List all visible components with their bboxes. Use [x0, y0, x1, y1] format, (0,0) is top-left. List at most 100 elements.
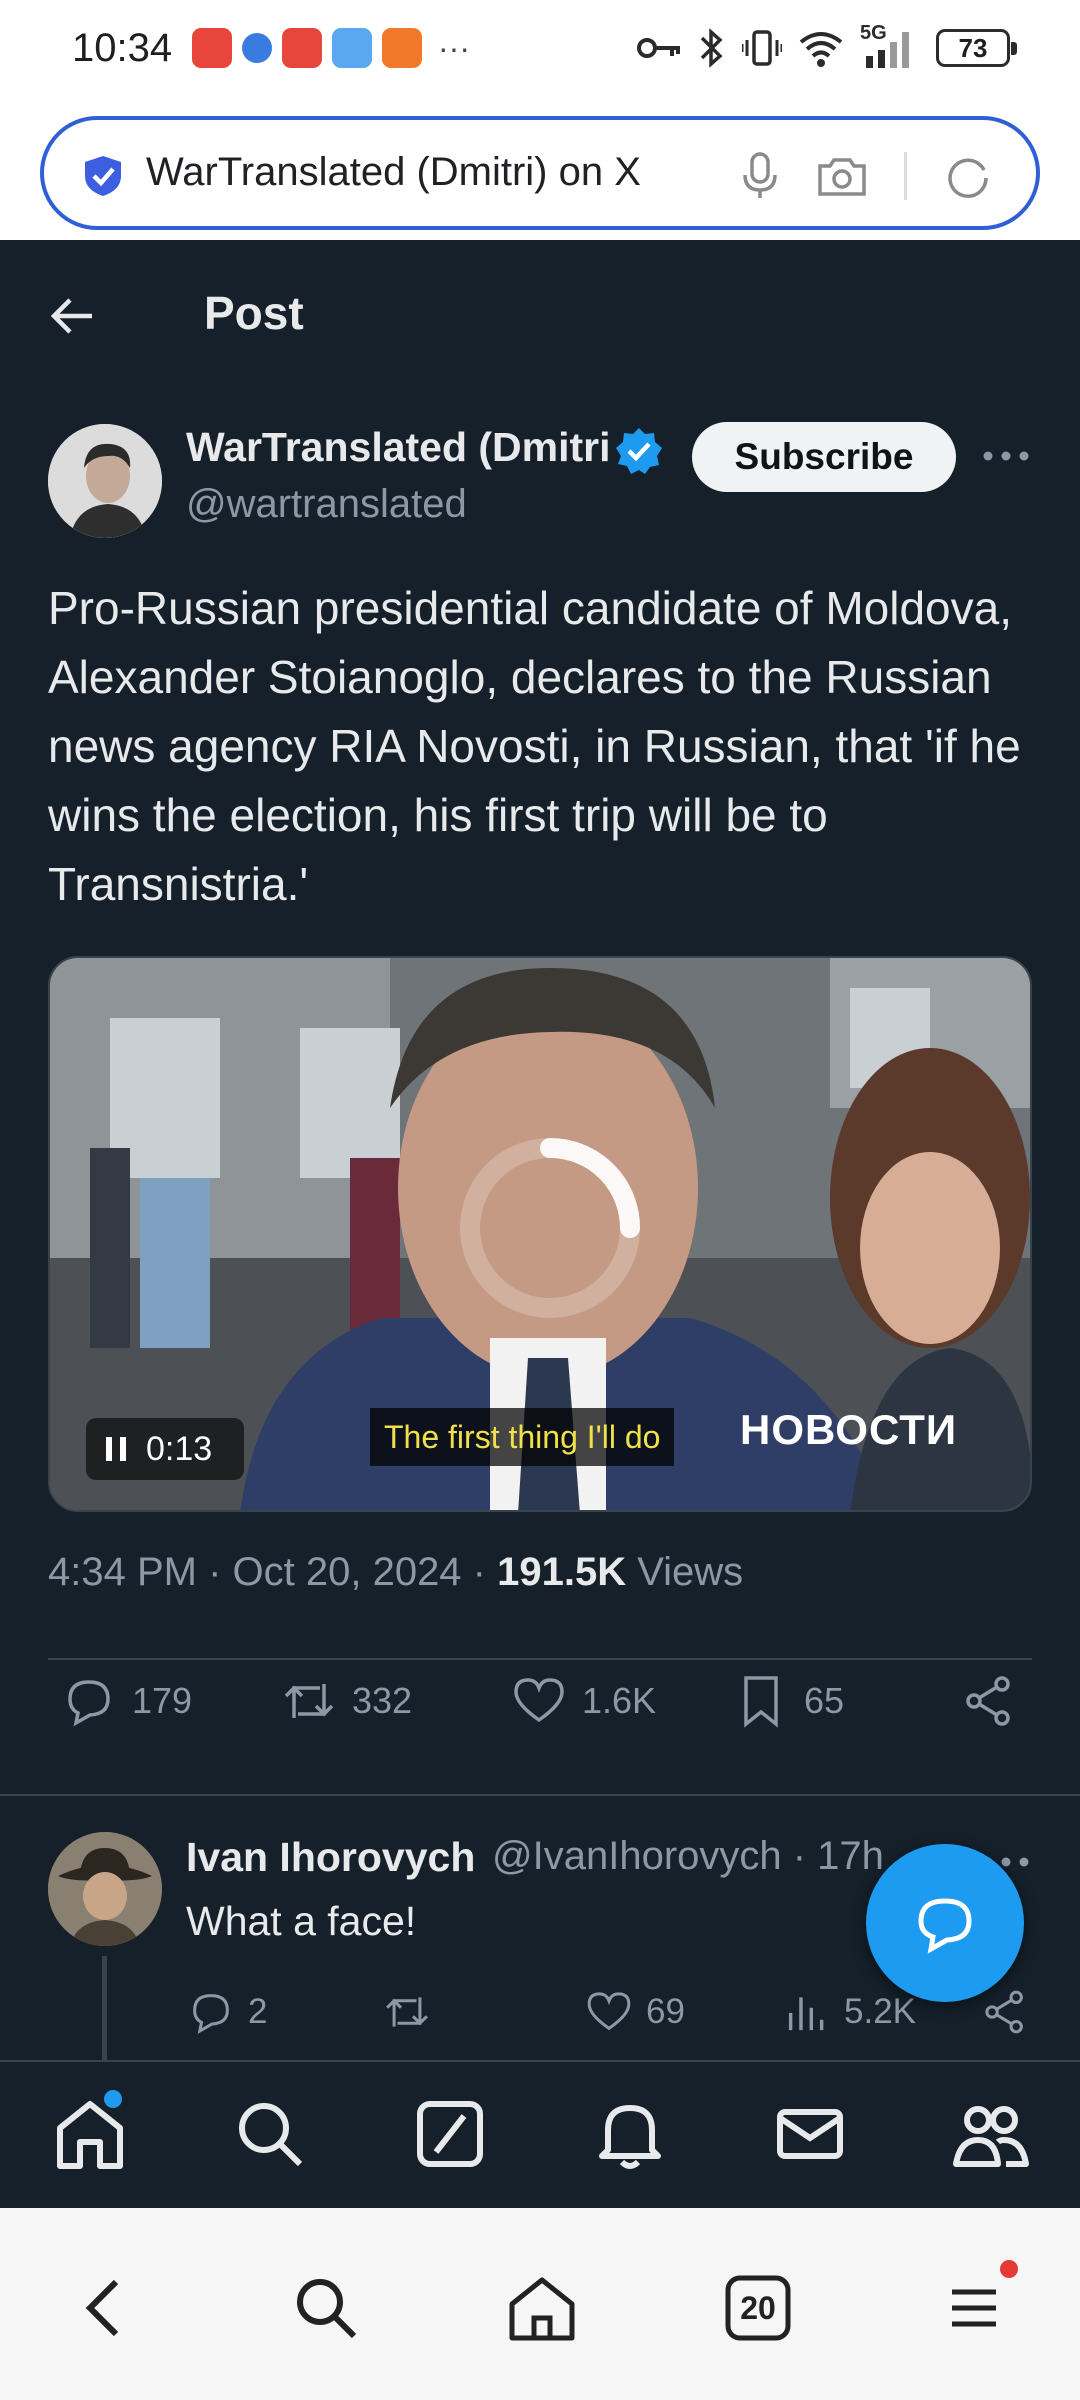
views-count: 191.5K: [497, 1550, 627, 1594]
app-notification-icon: [242, 33, 272, 63]
shield-check-icon: [85, 156, 121, 196]
repost-icon: [284, 1684, 334, 1718]
share-icon: [985, 1990, 1023, 2034]
vibrate-icon: [742, 30, 782, 66]
share-button[interactable]: [960, 1664, 1018, 1738]
browser-search-button[interactable]: [286, 2268, 366, 2348]
share-icon: [966, 1676, 1010, 1726]
browser-menu-button[interactable]: [934, 2268, 1014, 2348]
grok-icon: [417, 2101, 483, 2167]
app-notification-icon: [332, 28, 372, 68]
reply-reply-count: 2: [248, 1992, 268, 2031]
author-handle[interactable]: @wartranslated: [186, 482, 467, 527]
reply-views-count: 5.2K: [844, 1992, 916, 2031]
video-time: 0:13: [146, 1429, 213, 1468]
repost-button[interactable]: 332: [280, 1664, 412, 1738]
reply-like-count: 69: [646, 1992, 685, 2031]
address-text[interactable]: WarTranslated (Dmitri) on X: [146, 150, 722, 195]
battery-indicator: 73: [936, 29, 1017, 67]
status-bar: 10:34 ··· 5G 73: [0, 0, 1080, 104]
views-label: Views: [626, 1550, 744, 1594]
messages-icon: [777, 2109, 843, 2159]
app-notification-icon: [192, 28, 232, 68]
tab-grok[interactable]: [408, 2092, 492, 2176]
menu-badge: [1000, 2260, 1018, 2278]
video-watermark: НОВОСТИ: [740, 1406, 958, 1453]
reply-repost-button[interactable]: [382, 1980, 432, 2044]
app-notification-icon: [282, 28, 322, 68]
reload-icon[interactable]: [940, 148, 996, 204]
bookmark-icon: [744, 1676, 778, 1728]
chat-bubble-icon: [918, 1898, 972, 1954]
page-title: Post: [204, 287, 304, 339]
address-separator: [904, 152, 907, 200]
pause-icon[interactable]: [104, 1435, 128, 1463]
reply-views-button[interactable]: 5.2K: [782, 1980, 916, 2044]
camera-icon[interactable]: [814, 148, 870, 204]
tab-count: 20: [740, 2290, 776, 2326]
reply-button[interactable]: 179: [60, 1664, 192, 1738]
more-options-icon[interactable]: [980, 436, 1032, 476]
back-icon: [85, 2279, 119, 2337]
bookmark-count: 65: [804, 1680, 845, 1721]
video-player[interactable]: 0:13 The first thing I'll do НОВОСТИ: [48, 956, 1032, 1512]
home-icon: [509, 2277, 575, 2341]
post-header: Post: [0, 240, 1080, 380]
like-count: 1.6K: [582, 1680, 657, 1721]
tab-search[interactable]: [228, 2092, 312, 2176]
menu-icon: [952, 2289, 996, 2327]
author-name[interactable]: WarTranslated (Dmitri): [186, 424, 610, 471]
repost-icon: [386, 1997, 428, 2027]
reply-text: What a face!: [186, 1898, 417, 1944]
divider: [0, 1794, 1080, 1796]
tab-notifications[interactable]: [588, 2092, 672, 2176]
communities-icon: [953, 2106, 1029, 2167]
reply-count: 179: [132, 1680, 193, 1721]
more-notifications-icon: ···: [438, 30, 470, 66]
reply-icon: [193, 1994, 229, 2034]
post-text: Pro-Russian presidential candidate of Mo…: [48, 582, 1021, 910]
subscribe-button[interactable]: Subscribe: [692, 422, 956, 492]
repost-count: 332: [352, 1680, 413, 1721]
post-timestamp[interactable]: 4:34 PM · Oct 20, 2024 ·: [48, 1550, 497, 1594]
wifi-icon: [799, 32, 843, 67]
thread-line: [102, 1956, 107, 2060]
microphone-icon[interactable]: [732, 148, 788, 204]
browser-nav-bar: 20: [0, 2208, 1080, 2400]
heart-icon: [587, 1992, 631, 2031]
loading-spinner-icon: [460, 1138, 640, 1318]
video-caption: The first thing I'll do: [370, 1408, 675, 1466]
author-avatar[interactable]: [48, 424, 162, 538]
reply-author-handle[interactable]: @IvanIhorovych · 17h: [492, 1834, 902, 1879]
reply-author-name[interactable]: Ivan Ihorovych: [186, 1834, 475, 1881]
analytics-icon: [788, 1997, 824, 2031]
tab-communities[interactable]: [948, 2092, 1032, 2176]
post-page: Post WarTranslated (Dmitri) @wartranslat…: [0, 240, 1080, 2060]
address-bar[interactable]: WarTranslated (Dmitri) on X: [40, 116, 1040, 230]
reply-like-button[interactable]: 69: [584, 1980, 685, 2044]
app-notification-icon: [382, 28, 422, 68]
video-controls[interactable]: 0:13: [86, 1418, 244, 1480]
unread-indicator: [104, 2090, 122, 2108]
bookmark-button[interactable]: 65: [732, 1664, 844, 1738]
tab-messages[interactable]: [768, 2092, 852, 2176]
search-icon: [239, 2103, 303, 2167]
signal-icon: 5G: [860, 22, 920, 70]
browser-home-button[interactable]: [502, 2268, 582, 2348]
reply-author-avatar[interactable]: [48, 1832, 162, 1946]
post-meta: 4:34 PM · Oct 20, 2024 · 191.5K Views: [48, 1550, 743, 1595]
compose-reply-button[interactable]: [866, 1844, 1024, 2002]
verified-badge-icon: [616, 428, 662, 474]
status-time: 10:34: [72, 26, 173, 70]
app-tab-bar: [0, 2060, 1080, 2208]
notifications-icon: [599, 2105, 661, 2169]
browser-back-button[interactable]: [66, 2268, 146, 2348]
back-arrow-icon[interactable]: [46, 290, 98, 342]
heart-icon: [514, 1678, 564, 1723]
like-button[interactable]: 1.6K: [510, 1664, 656, 1738]
browser-tabs-button[interactable]: 20: [718, 2268, 798, 2348]
search-icon: [297, 2279, 357, 2339]
reply-reply-button[interactable]: 2: [186, 1980, 267, 2044]
notification-icons: ···: [192, 28, 470, 68]
divider: [48, 1658, 1032, 1660]
